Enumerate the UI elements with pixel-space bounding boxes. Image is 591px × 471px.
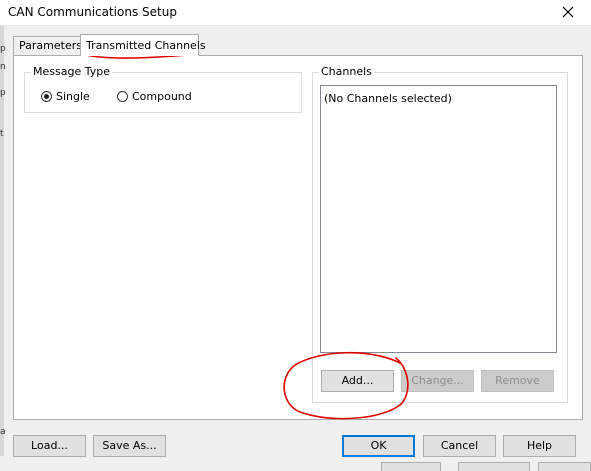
background-button xyxy=(458,462,530,471)
ok-button[interactable]: OK xyxy=(342,435,415,457)
channels-legend: Channels xyxy=(319,65,374,78)
background-window-footer xyxy=(0,459,591,471)
load-button[interactable]: Load... xyxy=(13,435,86,457)
close-icon[interactable] xyxy=(558,3,578,21)
radio-single[interactable]: Single xyxy=(41,90,90,103)
cancel-button[interactable]: Cancel xyxy=(423,435,496,457)
radio-single-label: Single xyxy=(56,90,90,103)
background-button xyxy=(538,462,591,471)
message-type-group: Message Type Single Compound xyxy=(24,65,302,113)
radio-compound[interactable]: Compound xyxy=(117,90,192,103)
window-title: CAN Communications Setup xyxy=(8,5,177,19)
radio-compound-label: Compound xyxy=(132,90,192,103)
background-window-edge: p n p t a a xyxy=(0,26,6,471)
background-glyph: a xyxy=(0,427,6,437)
help-button[interactable]: Help xyxy=(503,435,576,457)
save-as-button[interactable]: Save As... xyxy=(93,435,166,457)
background-glyph: p xyxy=(0,88,6,98)
radio-single-indicator[interactable] xyxy=(41,91,52,102)
channels-empty-text: (No Channels selected) xyxy=(324,92,452,105)
remove-channel-button[interactable]: Remove xyxy=(481,370,554,392)
title-bar: CAN Communications Setup xyxy=(0,0,591,26)
background-glyph: t xyxy=(0,129,4,139)
background-glyph: n xyxy=(0,62,6,72)
channels-listbox[interactable]: (No Channels selected) xyxy=(320,85,557,353)
background-button xyxy=(381,462,441,471)
add-channel-button[interactable]: Add... xyxy=(321,370,394,392)
tab-parameters[interactable]: Parameters xyxy=(13,36,82,55)
change-channel-button[interactable]: Change... xyxy=(401,370,474,392)
message-type-legend: Message Type xyxy=(31,65,112,78)
tab-transmitted-channels[interactable]: Transmitted Channels xyxy=(80,34,206,56)
radio-compound-indicator[interactable] xyxy=(117,91,128,102)
background-glyph: p xyxy=(0,44,6,54)
